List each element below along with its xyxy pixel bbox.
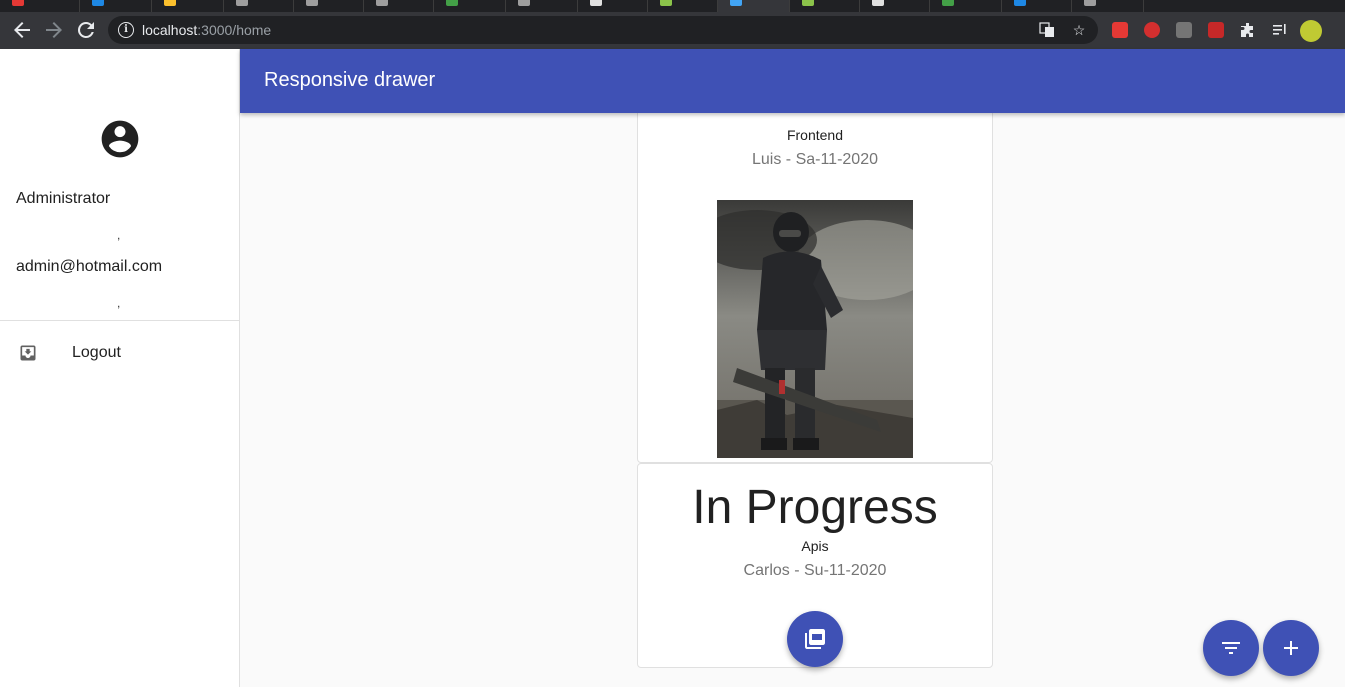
- task-card: In Progress Apis Carlos - Su-11-2020: [637, 463, 993, 668]
- tab-favicon: [730, 0, 742, 6]
- card-category: Frontend: [786, 127, 844, 143]
- tab-favicon: [446, 0, 458, 6]
- card-image: [697, 200, 937, 458]
- account-circle-icon: [98, 117, 142, 161]
- move-to-inbox-icon: [18, 343, 38, 363]
- extensions-puzzle-icon[interactable]: [1240, 22, 1256, 38]
- separator-text: ,: [117, 296, 121, 310]
- tab-favicon: [92, 0, 104, 6]
- card-meta: Carlos - Su-11-2020: [743, 562, 887, 579]
- add-icon: [1284, 641, 1298, 655]
- card-status: In Progress: [692, 481, 938, 534]
- extension-roblox-icon[interactable]: [1112, 22, 1128, 38]
- browser-tab[interactable]: [578, 0, 648, 12]
- browser-tab[interactable]: [506, 0, 578, 12]
- back-button[interactable]: [10, 18, 34, 42]
- filter-list-icon: [1222, 642, 1240, 654]
- tab-favicon: [306, 0, 318, 6]
- browser-tab[interactable]: [1072, 0, 1144, 12]
- logout-menu-item[interactable]: Logout: [0, 331, 239, 375]
- tab-favicon: [236, 0, 248, 6]
- browser-tab[interactable]: [1002, 0, 1072, 12]
- browser-tab[interactable]: [0, 0, 80, 12]
- filter-button[interactable]: [1203, 620, 1259, 676]
- tab-favicon: [872, 0, 884, 6]
- card-category: Apis: [801, 538, 829, 554]
- browser-tab[interactable]: [224, 0, 294, 12]
- profile-avatar[interactable]: [1300, 20, 1322, 42]
- app-bar: Responsive drawer: [240, 49, 1345, 113]
- picture-as-pdf-icon: [805, 629, 825, 649]
- translate-icon[interactable]: [1039, 22, 1055, 38]
- tab-favicon: [660, 0, 672, 6]
- soldier-image: [697, 200, 937, 458]
- reload-icon: [77, 21, 94, 38]
- arrow-right-icon: [46, 22, 62, 38]
- browser-tab[interactable]: [434, 0, 506, 12]
- logout-label: Logout: [72, 344, 121, 361]
- extension-chart-icon[interactable]: [1208, 22, 1224, 38]
- site-info-icon[interactable]: i: [118, 22, 134, 38]
- browser-tab[interactable]: [790, 0, 860, 12]
- tab-favicon: [518, 0, 530, 6]
- bookmark-star-icon[interactable]: ☆: [1071, 22, 1087, 38]
- tab-favicon: [590, 0, 602, 6]
- user-name: Administrator: [16, 190, 111, 207]
- url-host: localhost: [142, 22, 198, 38]
- media-queue-icon[interactable]: [1272, 22, 1288, 38]
- arrow-left-icon: [14, 22, 30, 38]
- browser-tab[interactable]: [364, 0, 434, 12]
- tab-favicon: [376, 0, 388, 6]
- browser-tab[interactable]: [860, 0, 930, 12]
- add-button[interactable]: [1263, 620, 1319, 676]
- tab-favicon: [164, 0, 176, 6]
- navigation-drawer: Administrator , admin@hotmail.com , Logo…: [0, 49, 240, 687]
- tab-favicon: [942, 0, 954, 6]
- tab-favicon: [12, 0, 24, 6]
- reload-button[interactable]: [74, 18, 98, 42]
- card-meta: Luis - Sa-11-2020: [752, 151, 878, 168]
- pdf-button[interactable]: [787, 611, 843, 667]
- browser-tab-strip: [0, 0, 1345, 12]
- url-path: :3000/home: [197, 22, 272, 38]
- browser-toolbar: i localhost:3000/home ☆: [0, 12, 1345, 49]
- drawer-divider: [0, 320, 240, 321]
- separator-text: ,: [117, 228, 121, 242]
- tab-favicon: [1014, 0, 1026, 6]
- address-url[interactable]: localhost:3000/home: [142, 22, 271, 38]
- browser-tab-active[interactable]: [718, 0, 790, 12]
- browser-tab[interactable]: [648, 0, 718, 12]
- browser-tab[interactable]: [930, 0, 1002, 12]
- address-bar[interactable]: i localhost:3000/home ☆: [108, 16, 1098, 44]
- app-title: Responsive drawer: [264, 69, 436, 91]
- tab-favicon: [1084, 0, 1096, 6]
- browser-tab[interactable]: [294, 0, 364, 12]
- extension-facebook-icon[interactable]: [1176, 22, 1192, 38]
- browser-tab[interactable]: [80, 0, 152, 12]
- extension-adblock-icon[interactable]: [1144, 22, 1160, 38]
- tab-favicon: [802, 0, 814, 6]
- browser-tab[interactable]: [152, 0, 224, 12]
- forward-button[interactable]: [42, 18, 66, 42]
- user-email: admin@hotmail.com: [16, 258, 163, 275]
